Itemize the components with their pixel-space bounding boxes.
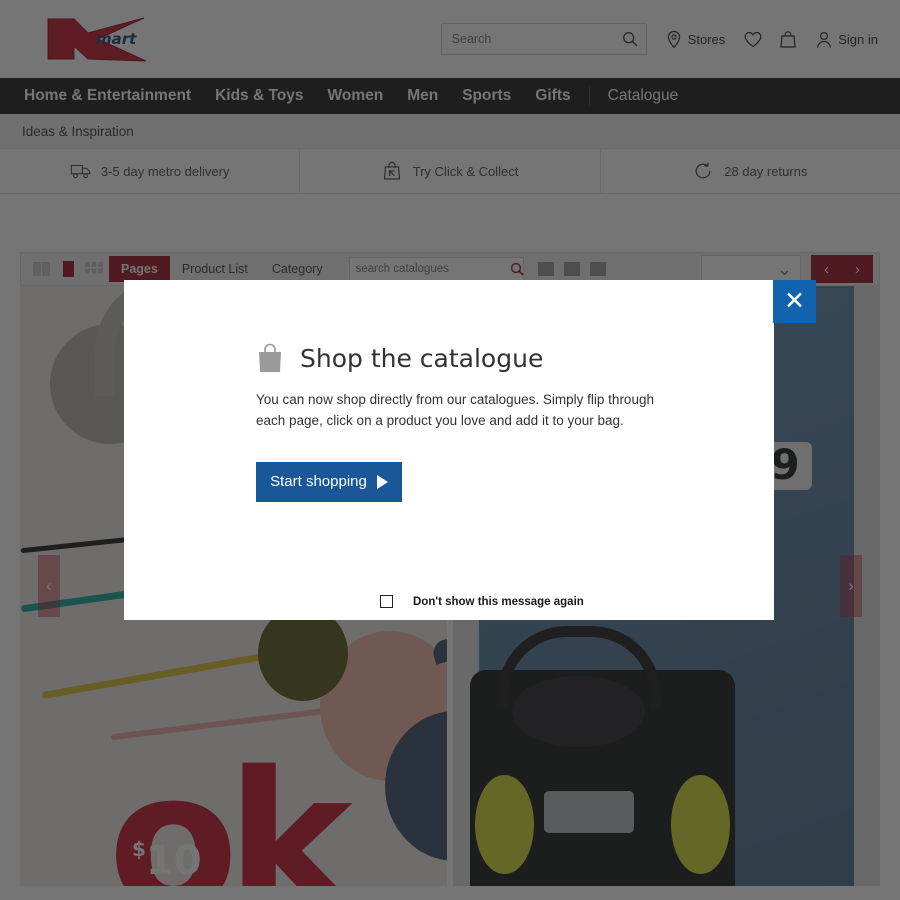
shop-the-catalogue-modal: ✕ Shop the catalogue You can now shop di…: [124, 280, 816, 620]
shopping-bag-icon: [256, 342, 284, 374]
modal-title: Shop the catalogue: [300, 343, 544, 373]
start-shopping-label: Start shopping: [270, 473, 367, 491]
modal-body-text: You can now shop directly from our catal…: [256, 392, 654, 428]
dont-show-again-label: Don't show this message again: [413, 595, 584, 608]
play-triangle-icon: [376, 474, 388, 489]
dont-show-again-checkbox[interactable]: [380, 595, 393, 608]
modal-content: Shop the catalogue You can now shop dire…: [124, 280, 774, 502]
dont-show-again-row[interactable]: Don't show this message again: [380, 595, 584, 608]
start-shopping-button[interactable]: Start shopping: [256, 461, 402, 502]
page-root: mart: [0, 0, 900, 900]
modal-title-row: Shop the catalogue: [256, 342, 774, 374]
close-icon[interactable]: ✕: [773, 280, 816, 323]
